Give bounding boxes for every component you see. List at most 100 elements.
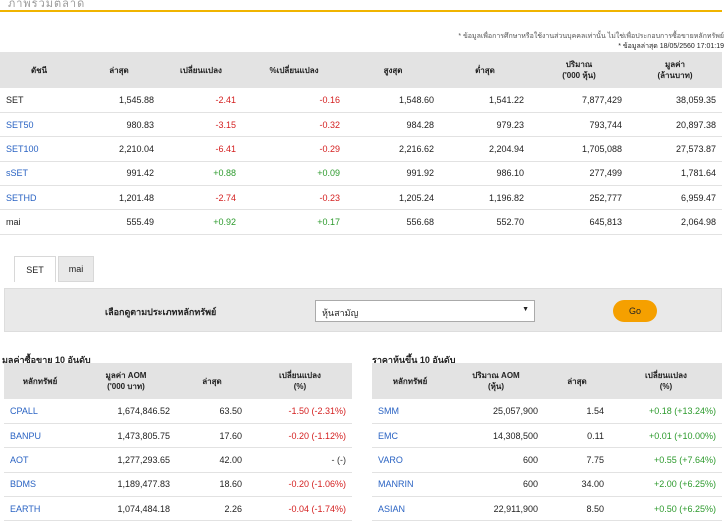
table-row: AOT 1,277,293.65 42.00- (-) [4,447,352,473]
change-value: +0.55 (+7.64%) [610,447,722,473]
top-gainers-header: หลักทรัพย์ ปริมาณ AOM (หุ้น) ล่าสุด เปลี่ยน… [372,363,722,399]
top-value-table: หลักทรัพย์ มูลค่า AOM ('000 บาท) ล่าสุด เปล… [4,363,352,522]
table-row: EARTH 1,074,484.18 2.26 -0.04 (-1.74%) [4,496,352,522]
last-price: 7.75 [544,447,610,473]
percent-change-value: -0.16 [242,88,346,113]
last-value: 1,201.48 [78,185,160,211]
symbol-link[interactable]: CPALL [4,399,76,424]
aom-value: 1,189,477.83 [76,472,176,498]
column-header: ล่าสุด [78,52,160,88]
trade-value: 38,059.35 [628,88,722,113]
change-value: +0.18 (+13.24%) [610,399,722,424]
symbol-link[interactable]: EARTH [4,496,76,522]
top-gainers-table: หลักทรัพย์ ปริมาณ AOM (หุ้น) ล่าสุด เปลี่ยน… [372,363,722,522]
table-row: mai 555.49 +0.92 +0.17 556.68 552.70 645,813 2,… [0,209,722,235]
column-header: เปลี่ยนแปลง (%) [610,363,722,399]
column-header: หลักทรัพย์ [372,363,448,399]
column-header: ล่าสุด [544,363,610,399]
low-value: 2,204.94 [440,136,530,162]
column-header: มูลค่า (ล้านบาท) [628,52,722,88]
table-row: ASIAN 22,911,900 8.50 +0.50 (+6.25%) [372,496,722,522]
index-link[interactable]: SET50 [0,112,78,138]
last-price: 17.60 [176,423,248,449]
index-link[interactable]: SETHD [0,185,78,211]
index-link[interactable]: SET100 [0,136,78,162]
percent-change-value: -0.23 [242,185,346,211]
aom-value: 1,473,805.75 [76,423,176,449]
table-row: SET100 2,210.04 -6.41 -0.29 2,216.62 2,204.94… [0,136,722,162]
security-type-selected: หุ้นสามัญ [322,308,359,318]
low-value: 552.70 [440,209,530,235]
column-header: ต่ำสุด [440,52,530,88]
change-value: -3.15 [160,112,242,138]
column-header: หลักทรัพย์ [4,363,76,399]
column-header: มูลค่า AOM ('000 บาท) [76,363,176,399]
change-value: +0.92 [160,209,242,235]
high-value: 984.28 [346,112,440,138]
tab-mai[interactable]: mai [58,256,94,282]
high-value: 556.68 [346,209,440,235]
aom-value: 1,074,484.18 [76,496,176,522]
symbol-link[interactable]: SMM [372,399,448,424]
index-table: ดัชนี ล่าสุด เปลี่ยนแปลง %เปลี่ยนแปลง สูงสุด… [0,52,722,235]
column-header: ปริมาณ AOM (หุ้น) [448,363,544,399]
change-value: - (-) [248,447,352,473]
last-price: 18.60 [176,472,248,498]
low-value: 979.23 [440,112,530,138]
table-row: sSET 991.42 +0.88 +0.09 991.92 986.10 277,499 1… [0,161,722,187]
security-type-select[interactable]: หุ้นสามัญ ▼ [315,300,535,322]
aom-value: 600 [448,447,544,473]
aom-value: 14,308,500 [448,423,544,449]
low-value: 986.10 [440,161,530,187]
column-header: สูงสุด [346,52,440,88]
volume-value: 645,813 [530,209,628,235]
column-header: เปลี่ยนแปลง [160,52,242,88]
volume-value: 7,877,429 [530,88,628,113]
index-name: SET [0,88,78,113]
index-link[interactable]: sSET [0,161,78,187]
change-value: -0.20 (-1.06%) [248,472,352,498]
symbol-link[interactable]: AOT [4,447,76,473]
updated-timestamp: * ข้อมูลล่าสุด 18/05/2560 17:01:19 [618,43,724,50]
table-row: SET50 980.83 -3.15 -0.32 984.28 979.23 793,744… [0,112,722,138]
table-row: BANPU 1,473,805.75 17.60 -0.20 (-1.12%) [4,423,352,449]
last-price: 1.54 [544,399,610,424]
change-value: -1.50 (-2.31%) [248,399,352,424]
change-value: +0.88 [160,161,242,187]
last-price: 8.50 [544,496,610,522]
column-header: %เปลี่ยนแปลง [242,52,346,88]
top-bar: ภาพรวมตลาด [0,0,728,12]
tab-set[interactable]: SET [14,256,56,282]
table-row: VARO 600 7.75 +0.55 (+7.64%) [372,447,722,473]
symbol-link[interactable]: MANRIN [372,472,448,498]
volume-value: 793,744 [530,112,628,138]
security-type-filter: เลือกดูตามประเภทหลักทรัพย์ หุ้นสามัญ ▼ G… [4,288,722,332]
trade-value: 1,781.64 [628,161,722,187]
last-price: 42.00 [176,447,248,473]
table-row: BDMS 1,189,477.83 18.60 -0.20 (-1.06%) [4,472,352,498]
change-value: -2.41 [160,88,242,113]
low-value: 1,196.82 [440,185,530,211]
volume-value: 1,705,088 [530,136,628,162]
percent-change-value: +0.09 [242,161,346,187]
last-value: 980.83 [78,112,160,138]
trade-value: 2,064.98 [628,209,722,235]
index-name: mai [0,209,78,235]
aom-value: 25,057,900 [448,399,544,424]
table-row: SMM 25,057,900 1.54 +0.18 (+13.24%) [372,399,722,424]
percent-change-value: -0.29 [242,136,346,162]
symbol-link[interactable]: VARO [372,447,448,473]
go-button[interactable]: Go [613,300,657,322]
symbol-link[interactable]: ASIAN [372,496,448,522]
symbol-link[interactable]: EMC [372,423,448,449]
symbol-link[interactable]: BANPU [4,423,76,449]
change-value: +0.01 (+10.00%) [610,423,722,449]
percent-change-value: +0.17 [242,209,346,235]
symbol-link[interactable]: BDMS [4,472,76,498]
last-value: 1,545.88 [78,88,160,113]
accent-line [0,10,722,12]
aom-value: 600 [448,472,544,498]
high-value: 1,548.60 [346,88,440,113]
table-row: SET 1,545.88 -2.41 -0.16 1,548.60 1,541.22 7,8… [0,88,722,113]
column-header: ดัชนี [0,52,78,88]
